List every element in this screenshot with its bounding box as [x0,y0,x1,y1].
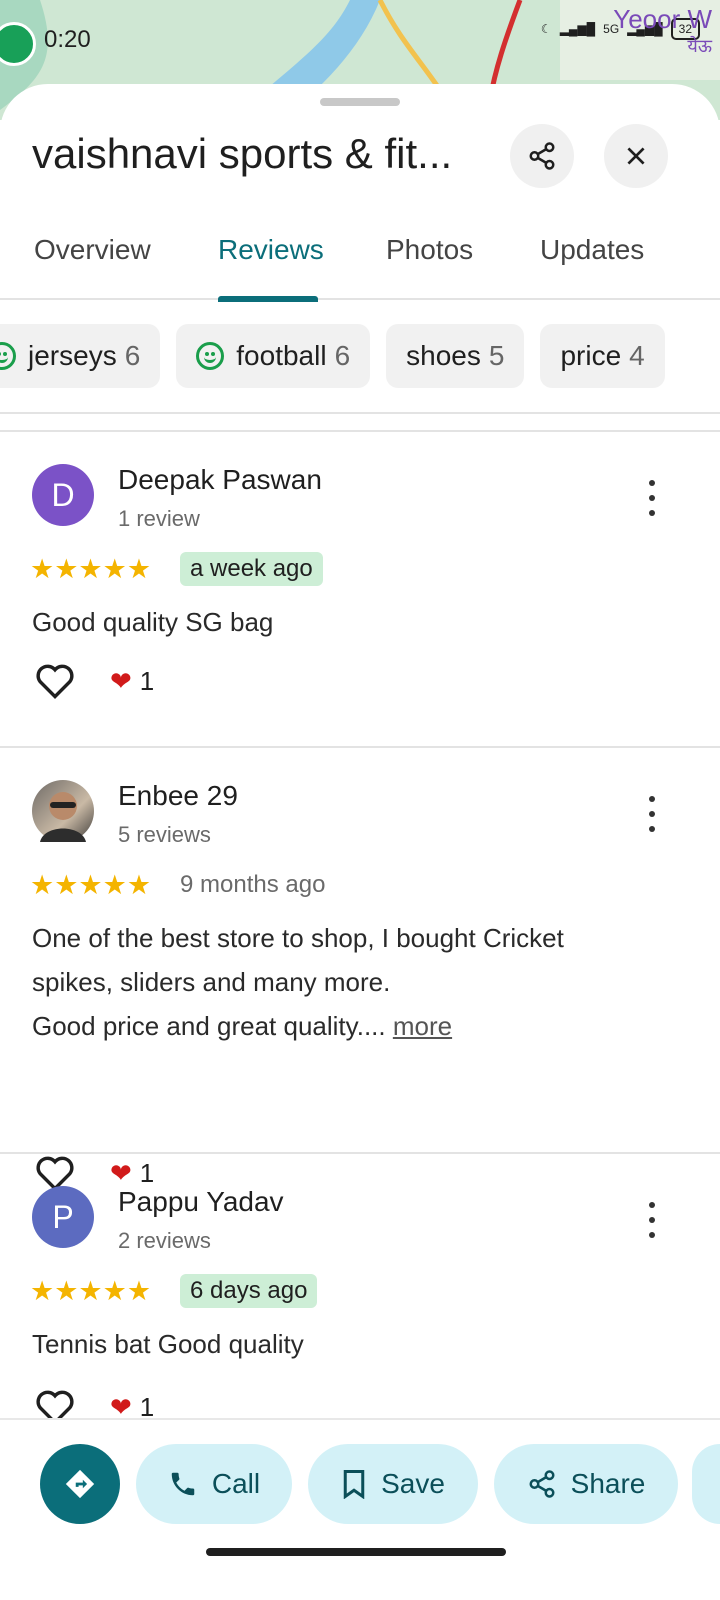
reviewer-review-count: 5 reviews [118,822,211,847]
star-rating: ★★★★★ [30,870,152,900]
review-time: 9 months ago [180,871,326,898]
bookmark-icon [343,1470,365,1499]
place-title: vaishnavi sports & fit... [32,130,453,177]
phone-icon [171,1472,195,1496]
sheet-drag-handle[interactable] [320,98,400,106]
smile-icon [196,342,225,370]
red-heart-icon: ❤ [110,665,132,696]
more-link[interactable]: more [393,1011,452,1041]
more-actions-button[interactable] [692,1444,720,1524]
avatar[interactable] [32,780,94,842]
share-button[interactable] [510,124,574,188]
home-indicator[interactable] [206,1548,506,1556]
more-options-button[interactable] [644,1202,660,1238]
review-text-line: One of the best store to shop, I bought … [32,923,564,953]
tab-overview[interactable]: Overview [34,212,151,300]
directions-icon [65,1469,95,1499]
status-bar: 0:20 ☾ ▂▄▆█ 5G ▂▄▆█ 32 [0,0,720,80]
reviewer-name[interactable]: Enbee 29 [118,780,238,812]
reviewer-review-count: 2 reviews [118,1228,211,1253]
close-icon [627,147,645,165]
chip-label: shoes [406,340,481,371]
directions-button[interactable] [40,1444,120,1524]
chip-label: price [560,340,622,371]
reaction-number: 1 [139,665,155,696]
divider [0,430,720,432]
review-text-line: spikes, sliders and many more. [32,967,391,997]
share-label: Share [570,1468,646,1499]
avatar-photo [40,792,86,842]
tab-updates[interactable]: Updates [540,212,644,300]
divider [0,1152,720,1154]
review-text-fragment: Good price and great quality.... [32,1011,393,1041]
reaction-row: ❤ 1 [34,662,154,700]
review-text: One of the best store to shop, I bought … [32,916,692,1048]
share-icon [529,142,555,170]
save-button[interactable]: Save [308,1444,478,1524]
chip-price[interactable]: price 4 [540,324,665,388]
like-heart-icon[interactable] [34,662,76,700]
map-place-label: Yeoor W [613,4,712,34]
divider [0,746,720,748]
reaction-number: 1 [139,1157,155,1188]
more-options-button[interactable] [644,480,660,516]
star-rating: ★★★★★ [30,1276,152,1306]
chip-label: jerseys [28,340,117,371]
tab-reviews[interactable]: Reviews [218,212,324,302]
tab-bar: Overview Reviews Photos Updates [0,212,720,302]
place-sheet: vaishnavi sports & fit... Overview Revie… [0,84,720,1600]
reviewer-name[interactable]: Deepak Paswan [118,464,322,496]
review-text-line: Good price and great quality.... more [32,1004,692,1048]
chip-shoes[interactable]: shoes 5 [386,324,525,388]
chip-football[interactable]: football 6 [176,324,371,388]
reaction-count[interactable]: ❤ 1 [110,1158,154,1189]
more-options-button[interactable] [644,796,660,832]
star-rating: ★★★★★ [30,554,152,584]
avatar[interactable]: P [32,1186,94,1248]
review-text: Tennis bat Good quality [32,1329,304,1359]
reviewer-name[interactable]: Pappu Yadav [118,1186,284,1218]
divider [0,412,720,414]
smile-icon [0,342,16,370]
reviewer-review-count: 1 review [118,506,200,531]
call-label: Call [211,1468,261,1499]
close-button[interactable] [604,124,668,188]
avatar[interactable]: D [32,464,94,526]
review-time: 6 days ago [180,1274,318,1308]
call-button[interactable]: Call [136,1444,292,1524]
review-text: Good quality SG bag [32,607,274,637]
map-place-label-local: येऊ [687,36,712,56]
action-bar: Call Save Share [0,1418,720,1600]
status-time: 0:20 [44,26,91,53]
red-heart-icon: ❤ [110,1157,132,1188]
chip-count: 6 [334,340,351,371]
chip-label: football [236,340,327,371]
review-time: a week ago [180,552,323,586]
chip-count: 6 [124,340,141,371]
signal-icon: ▂▄▆█ [559,22,596,36]
save-label: Save [381,1468,445,1499]
chip-jerseys[interactable]: jerseys 6 [0,324,161,388]
share-icon [529,1470,555,1498]
chip-count: 4 [629,340,645,371]
topic-chips: jerseys 6 football 6 shoes 5 price 4 [0,324,720,390]
do-not-disturb-icon: ☾ [540,22,552,36]
reaction-count[interactable]: ❤ 1 [110,666,154,697]
share-action-button[interactable]: Share [494,1444,678,1524]
tab-photos[interactable]: Photos [386,212,473,300]
chip-count: 5 [488,340,505,371]
